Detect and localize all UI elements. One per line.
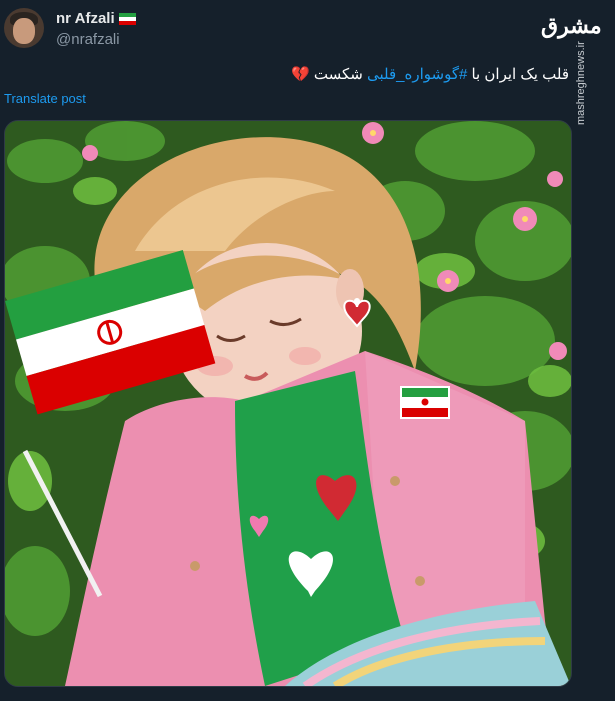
- post-text-prefix: قلب یک ایران با: [467, 66, 569, 83]
- post-text: قلب یک ایران با #گوشواره_قلبی شکست💔: [291, 65, 569, 83]
- site-watermark: mashreghnews.ir: [575, 41, 587, 125]
- avatar[interactable]: [4, 8, 44, 48]
- hashtag-link[interactable]: #گوشواره_قلبی: [367, 66, 467, 83]
- mashregh-logo: مشرق: [541, 13, 602, 39]
- illustration-sleeping-girl: [5, 121, 571, 686]
- broken-heart-emoji: 💔: [291, 66, 310, 83]
- avatar-face: [13, 18, 35, 44]
- user-handle[interactable]: @nrafzali: [56, 31, 120, 48]
- post-image[interactable]: [4, 120, 572, 687]
- display-name[interactable]: nr Afzali: [56, 10, 115, 27]
- iran-flag-icon: [118, 12, 136, 25]
- author-name-row[interactable]: nr Afzali: [56, 10, 136, 27]
- translate-post-link[interactable]: Translate post: [4, 91, 86, 106]
- post-text-suffix: شکست: [313, 66, 367, 83]
